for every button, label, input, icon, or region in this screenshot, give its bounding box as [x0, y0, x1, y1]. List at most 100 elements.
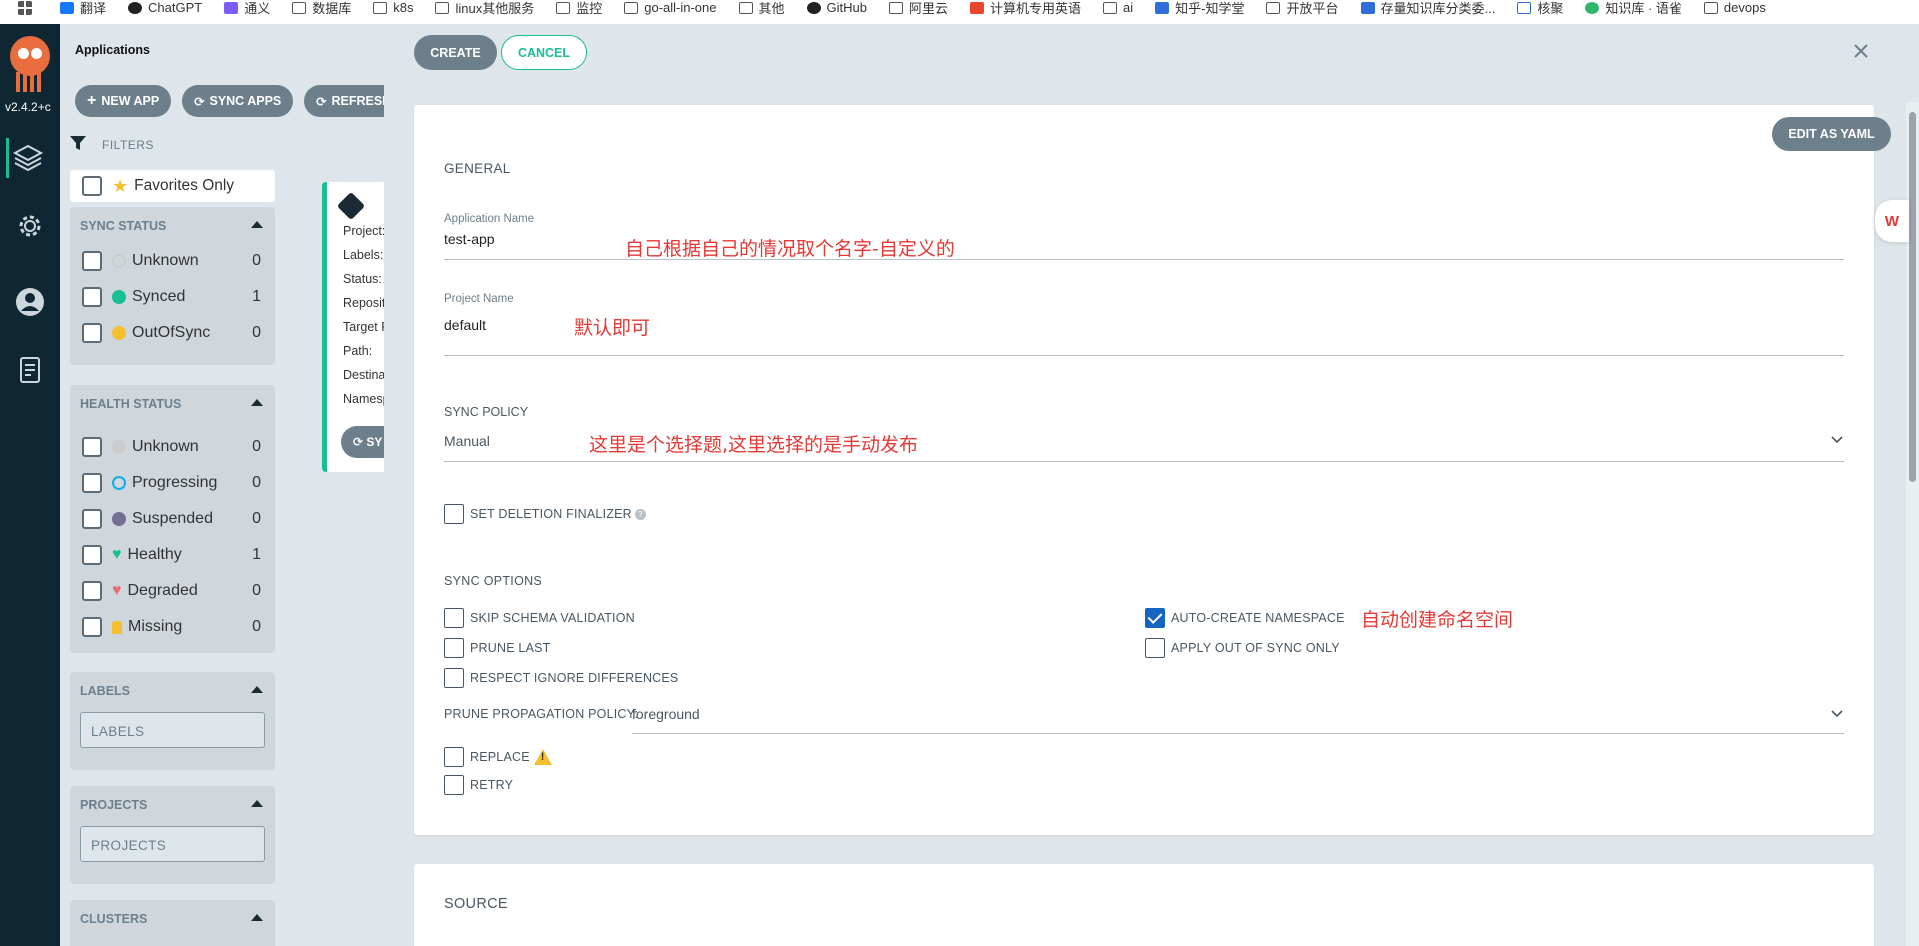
docs-icon[interactable] — [10, 350, 50, 390]
filter-health-progressing[interactable]: Progressing 0 — [70, 465, 275, 501]
prune-last-checkbox[interactable] — [444, 638, 464, 658]
replace-checkbox[interactable] — [444, 747, 464, 767]
collapse-caret-icon[interactable] — [251, 221, 263, 228]
filter-sync-outofsync[interactable]: OutOfSync 0 — [70, 315, 275, 351]
folder-icon — [1103, 1, 1118, 14]
filter-health-degraded[interactable]: ♥ Degraded 0 — [70, 573, 275, 609]
bookmark-monitor[interactable]: 监控 — [556, 0, 602, 17]
create-button[interactable]: CREATE — [414, 35, 497, 70]
replace-option[interactable]: REPLACE — [444, 747, 552, 767]
bookmark-tongyi[interactable]: 通义 — [224, 0, 270, 17]
left-nav: v2.4.2+c — [0, 24, 60, 946]
bookmark-zhihu[interactable]: 知乎-知学堂 — [1155, 0, 1244, 17]
bookmark-csdn[interactable]: 计算机专用英语 — [970, 0, 1081, 17]
collapse-caret-icon[interactable] — [251, 914, 263, 921]
yuque-icon — [1585, 1, 1600, 14]
respect-ignore-checkbox[interactable] — [444, 668, 464, 688]
bookmark-hejv[interactable]: 核聚 — [1517, 0, 1563, 17]
collapse-caret-icon[interactable] — [251, 686, 263, 693]
set-deletion-finalizer-option[interactable]: SET DELETION FINALIZER ? — [444, 504, 646, 524]
prune-propagation-policy-select[interactable]: foreground — [632, 706, 700, 722]
filter-health-missing[interactable]: Missing 0 — [70, 609, 275, 645]
favorites-only-filter[interactable]: ★ Favorites Only — [70, 170, 275, 202]
close-icon[interactable] — [1848, 38, 1874, 64]
apply-out-of-sync-only-option[interactable]: APPLY OUT OF SYNC ONLY — [1145, 638, 1340, 658]
bookmark-chatgpt[interactable]: ChatGPT — [128, 0, 202, 15]
source-section: SOURCE — [414, 864, 1874, 946]
bookmark-other[interactable]: 其他 — [738, 0, 785, 17]
source-heading: SOURCE — [444, 896, 508, 912]
collapse-caret-icon[interactable] — [251, 399, 263, 406]
bookmark-aliyun[interactable]: 阿里云 — [888, 0, 948, 17]
sync-status-filter: SYNC STATUS Unknown 0 Synced 1 OutOfSync 0 — [70, 207, 275, 365]
app-name-input[interactable]: test-app — [444, 231, 495, 247]
sync-options-heading: SYNC OPTIONS — [444, 574, 543, 588]
chevron-down-icon[interactable] — [1830, 433, 1844, 447]
bookmark-devops[interactable]: devops — [1703, 0, 1766, 15]
prune-last-option[interactable]: PRUNE LAST — [444, 638, 551, 658]
heart-icon: ♥ — [112, 546, 122, 563]
retry-option[interactable]: RETRY — [444, 775, 513, 795]
chevron-down-icon[interactable] — [1830, 707, 1844, 721]
deletion-finalizer-checkbox[interactable] — [444, 504, 464, 524]
project-name-input[interactable]: default — [444, 317, 486, 333]
progressing-icon — [112, 476, 126, 490]
filter-health-healthy[interactable]: ♥ Healthy 1 — [70, 537, 275, 573]
applications-icon[interactable] — [6, 138, 46, 178]
respect-ignore-differences-option[interactable]: RESPECT IGNORE DIFFERENCES — [444, 668, 678, 688]
filter-health-suspended[interactable]: Suspended 0 — [70, 501, 275, 537]
filter-sync-unknown[interactable]: Unknown 0 — [70, 243, 275, 279]
version-label: v2.4.2+c — [5, 100, 51, 114]
cancel-button[interactable]: CANCEL — [501, 35, 587, 70]
unknown-status-icon — [112, 254, 126, 268]
scrollbar-thumb[interactable] — [1909, 112, 1916, 482]
zhihu-icon — [1360, 1, 1375, 14]
tongyi-icon — [224, 1, 239, 14]
skip-schema-validation-option[interactable]: SKIP SCHEMA VALIDATION — [444, 608, 635, 628]
bookmark-yuque[interactable]: 知识库 · 语雀 — [1585, 0, 1682, 17]
refresh-icon: ⟳ — [316, 94, 327, 109]
project-annotation: 默认即可 — [574, 317, 651, 339]
filter-sync-synced[interactable]: Synced 1 — [70, 279, 275, 315]
user-icon[interactable] — [10, 282, 50, 322]
bookmark-github[interactable]: GitHub — [806, 0, 867, 15]
edit-as-yaml-button[interactable]: EDIT AS YAML — [1772, 117, 1891, 151]
panel-header: CREATE CANCEL — [384, 24, 1919, 102]
help-icon[interactable]: ? — [634, 508, 646, 520]
folder-icon — [1266, 1, 1281, 14]
bookmark-kb[interactable]: 存量知识库分类委... — [1360, 0, 1495, 17]
hejv-icon — [1517, 1, 1532, 14]
auto-create-namespace-checkbox[interactable] — [1145, 608, 1165, 628]
auto-create-namespace-option[interactable]: AUTO-CREATE NAMESPACE — [1145, 608, 1345, 628]
bookmark-db[interactable]: 数据库 — [292, 0, 351, 17]
git-icon — [336, 191, 366, 221]
folder-icon — [556, 1, 571, 14]
argo-logo-icon[interactable] — [6, 36, 54, 92]
settings-icon[interactable] — [10, 206, 50, 246]
new-app-button[interactable]: + NEW APP — [75, 85, 172, 117]
collapse-caret-icon[interactable] — [251, 800, 263, 807]
sync-apps-button[interactable]: ⟳ SYNC APPS — [182, 85, 294, 117]
refresh-button[interactable]: ⟳REFRESH — [304, 85, 384, 117]
bookmark-open[interactable]: 开放平台 — [1266, 0, 1339, 17]
bookmark-go[interactable]: go-all-in-one — [624, 0, 717, 15]
clusters-filter: CLUSTERS — [70, 900, 275, 946]
bookmark-ai[interactable]: ai — [1103, 0, 1133, 15]
labels-input[interactable]: LABELS — [80, 712, 265, 748]
wps-floating-icon[interactable]: W — [1875, 200, 1909, 242]
bookmark-linux[interactable]: linux其他服务 — [435, 0, 534, 17]
projects-input[interactable]: PROJECTS — [80, 826, 265, 862]
retry-checkbox[interactable] — [444, 775, 464, 795]
prune-policy-underline — [632, 733, 1844, 734]
apply-out-of-sync-checkbox[interactable] — [1145, 638, 1165, 658]
skip-schema-checkbox[interactable] — [444, 608, 464, 628]
filter-health-unknown[interactable]: Unknown 0 — [70, 429, 275, 465]
health-status-filter: HEALTH STATUS Unknown 0 Progressing 0 Susp… — [70, 385, 275, 653]
sync-policy-select[interactable]: Manual — [444, 433, 490, 449]
apps-grid-icon[interactable] — [18, 0, 38, 15]
favorites-checkbox[interactable] — [82, 176, 102, 196]
app-name-annotation: 自己根据自己的情况取个名字-自定义的 — [625, 238, 955, 260]
bookmark-translate[interactable]: 翻译 — [60, 0, 106, 17]
bookmark-k8s[interactable]: k8s — [373, 0, 413, 15]
suspended-icon — [112, 512, 126, 526]
